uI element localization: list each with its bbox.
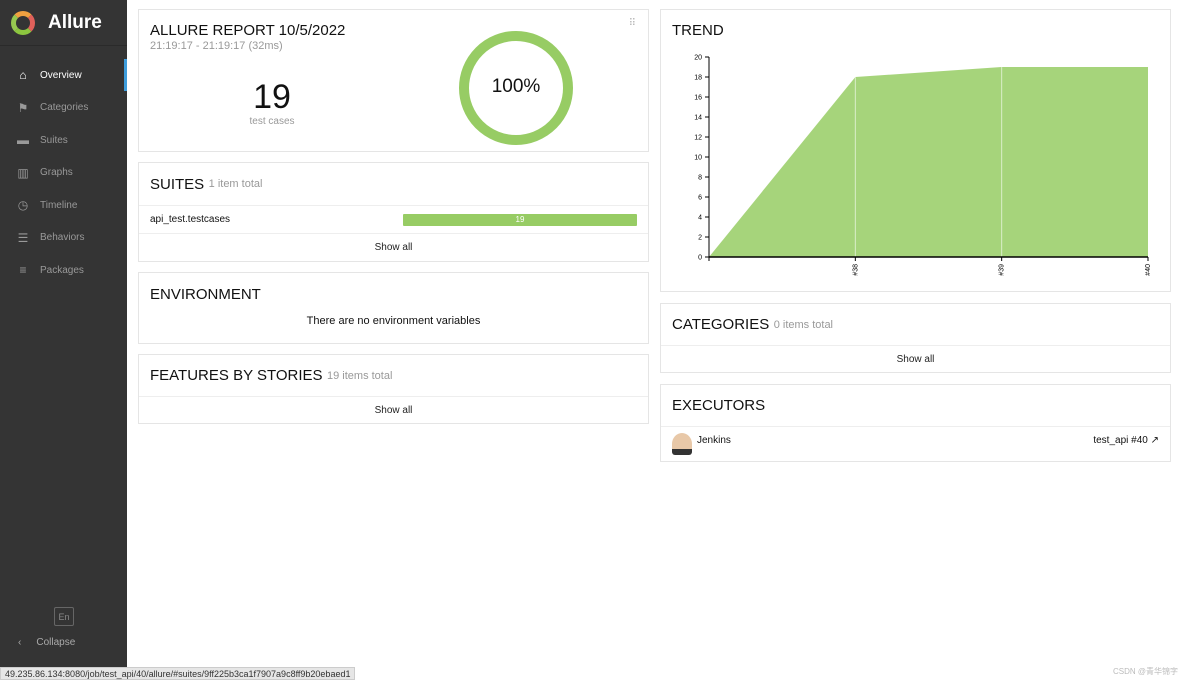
bar-chart-icon: ▥ — [17, 165, 29, 180]
y-tick-label: 8 — [698, 175, 702, 182]
list-icon: ☰ — [17, 230, 29, 245]
allure-logo-icon — [11, 10, 35, 35]
jenkins-avatar-icon — [672, 433, 692, 455]
sidebar-item-label: Timeline — [40, 199, 78, 211]
trend-widget: TREND 0 2 4 6 8 10 12 14 16 18 20 #38 #39 #40 — [660, 9, 1171, 292]
test-count-label: test cases — [249, 116, 295, 127]
suites-subtitle: 1 item total — [208, 178, 263, 190]
suites-title: SUITES — [150, 175, 205, 193]
test-count: 19 — [253, 78, 291, 116]
environment-title: ENVIRONMENT — [150, 285, 261, 303]
success-rate: 100% — [491, 76, 541, 97]
y-tick-label: 16 — [694, 95, 702, 102]
flag-icon: ⚑ — [17, 100, 29, 115]
y-tick-label: 0 — [698, 255, 702, 262]
home-icon: ⌂ — [19, 68, 27, 83]
x-tick-label: #39 — [999, 264, 1006, 276]
executor-name: Jenkins — [697, 435, 731, 446]
y-tick-label: 14 — [694, 115, 702, 122]
clock-icon: ◷ — [17, 198, 29, 213]
features-subtitle: 19 items total — [327, 369, 393, 382]
sidebar-item-packages[interactable]: ≡ Packages — [0, 254, 127, 287]
y-tick-label: 18 — [694, 75, 702, 82]
categories-widget: CATEGORIES 0 items total Show all — [660, 303, 1171, 373]
sidebar-item-label: Suites — [40, 134, 68, 146]
report-title: ALLURE REPORT 10/5/2022 — [150, 22, 346, 39]
sidebar-item-label: Behaviors — [40, 232, 85, 244]
sidebar-item-graphs[interactable]: ▥ Graphs — [0, 157, 127, 190]
sidebar-item-overview[interactable]: ⌂ Overview — [0, 59, 127, 92]
build-label: test_api #40 — [1093, 435, 1148, 446]
categories-show-all[interactable]: Show all — [661, 345, 1170, 373]
sidebar-item-label: Categories — [40, 102, 89, 114]
chevron-left-icon: ‹ — [18, 637, 22, 648]
y-tick-label: 4 — [698, 215, 702, 222]
executor-row: Jenkins test_api #40 ↗ — [661, 426, 1170, 462]
trend-chart: 0 2 4 6 8 10 12 14 16 18 20 #38 #39 #40 — [694, 55, 1152, 276]
features-widget: FEATURES BY STORIES 19 items total Show … — [138, 354, 649, 424]
language-button[interactable]: En — [54, 607, 74, 626]
sidebar-item-label: Overview — [40, 69, 82, 81]
suite-name: api_test.testcases — [150, 214, 231, 225]
y-tick-label: 6 — [698, 195, 702, 202]
watermark: CSDN @青华锦字 — [1112, 667, 1178, 676]
suite-row[interactable]: api_test.testcases 19 — [139, 205, 648, 233]
sidebar: Allure ⌂ Overview ⚑ Categories ▬ Suites ▥ Gr… — [0, 0, 127, 680]
y-tick-label: 2 — [698, 235, 702, 242]
app-name: Allure — [48, 11, 102, 33]
sidebar-item-label: Graphs — [40, 167, 73, 179]
sidebar-item-suites[interactable]: ▬ Suites — [0, 124, 127, 157]
status-bar-url: 49.235.86.134:8080/job/test_api/40/allur… — [0, 667, 356, 680]
y-tick-label: 12 — [694, 135, 702, 142]
report-time: 21:19:17 - 21:19:17 (32ms) — [150, 40, 283, 52]
executors-widget: EXECUTORS Jenkins test_api #40 ↗ — [660, 384, 1171, 462]
sidebar-item-label: Packages — [40, 264, 84, 276]
suites-show-all[interactable]: Show all — [139, 233, 648, 261]
sidebar-item-behaviors[interactable]: ☰ Behaviors — [0, 222, 127, 255]
sidebar-item-timeline[interactable]: ◷ Timeline — [0, 189, 127, 222]
environment-widget: ENVIRONMENT There are no environment var… — [138, 272, 649, 344]
x-tick-label: #40 — [1145, 264, 1152, 276]
external-link-icon: ↗ — [1150, 435, 1159, 446]
features-show-all[interactable]: Show all — [139, 396, 648, 424]
categories-subtitle: 0 items total — [773, 318, 834, 331]
briefcase-icon: ▬ — [17, 133, 29, 148]
summary-widget: ALLURE REPORT 10/5/2022 21:19:17 - 21:19… — [138, 9, 649, 152]
features-title: FEATURES BY STORIES — [150, 367, 323, 384]
suite-passed-bar: 19 — [403, 213, 637, 226]
trend-area — [709, 67, 1148, 257]
align-left-icon: ≡ — [19, 263, 27, 278]
build-link[interactable]: test_api #40 ↗ — [1093, 435, 1159, 446]
categories-title: CATEGORIES — [672, 316, 770, 333]
y-tick-label: 10 — [694, 155, 702, 162]
brand[interactable]: Allure — [0, 0, 127, 46]
executors-title: EXECUTORS — [672, 397, 766, 414]
environment-empty: There are no environment variables — [306, 315, 481, 327]
sidebar-item-categories[interactable]: ⚑ Categories — [0, 92, 127, 125]
drag-handle-icon[interactable]: ⠿ — [629, 18, 636, 29]
suites-widget: SUITES 1 item total api_test.testcases 1… — [138, 162, 649, 262]
collapse-button[interactable]: ‹ Collapse — [18, 637, 75, 648]
x-tick-label: #38 — [852, 264, 859, 276]
collapse-label: Collapse — [36, 637, 76, 648]
y-tick-label: 20 — [694, 55, 702, 62]
